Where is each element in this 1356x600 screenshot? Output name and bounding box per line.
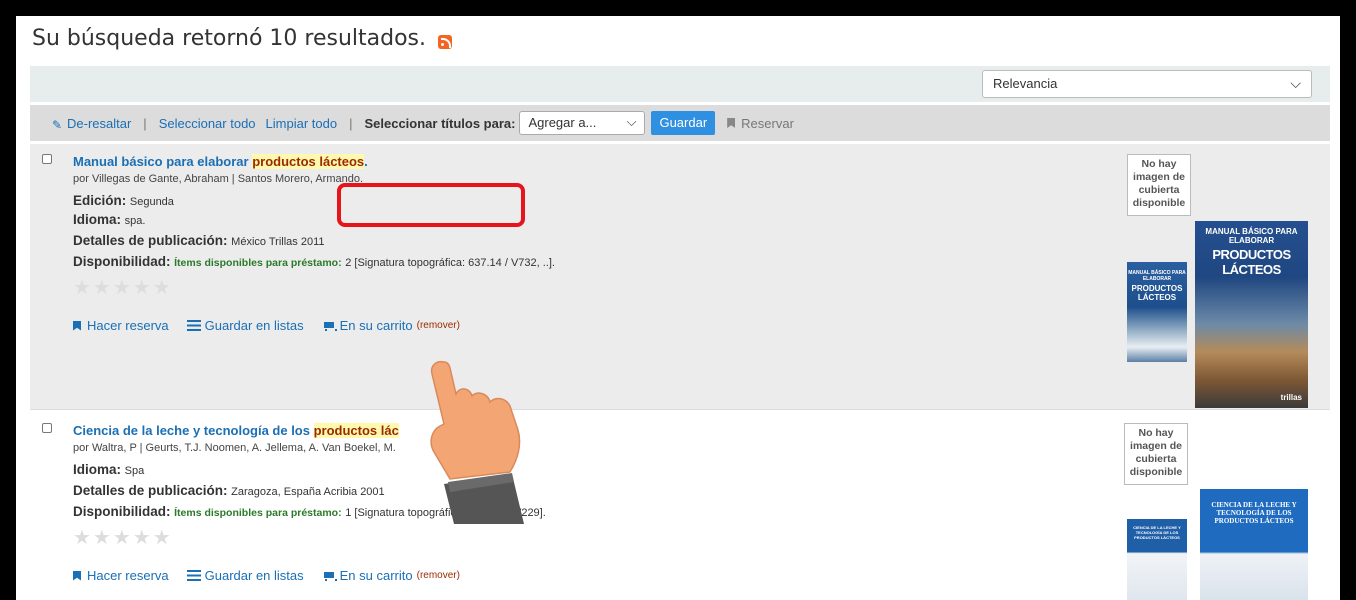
availability-label: Disponibilidad: [73,504,171,519]
in-cart-label: En su carrito [339,318,413,333]
in-cart-indicator: En su carrito (remover) [322,318,460,333]
availability-label: Disponibilidad: [73,254,171,269]
add-to-select[interactable]: Agregar a... ⌵ [519,111,646,135]
title-highlight: productos lácteos [252,154,365,169]
publication-label: Detalles de publicación: [73,483,228,498]
page-title: Su búsqueda retornó 10 resultados. [32,26,452,51]
cover-subtitle: MANUAL BÁSICO PARA ELABORAR [1128,270,1186,282]
results-count-heading: Su búsqueda retornó 10 resultados. [32,26,426,51]
list-icon [186,320,201,331]
bookmark-icon [73,570,81,581]
reserve-label: Reservar [741,115,794,131]
place-hold-label: Hacer reserva [87,568,169,583]
cover-image-small[interactable]: CIENCIA DE LA LECHE Y TECNOLOGÍA DE LOS … [1127,519,1187,600]
publication-field: Detalles de publicación: México Trillas … [73,233,555,248]
divider: | [349,115,353,131]
publication-value: Zaragoza, España Acribia 2001 [231,486,385,498]
save-to-lists-label: Guardar en listas [204,318,304,333]
cover-title: PRODUCTOS LÁCTEOS [1212,247,1291,277]
availability-status: Ítems disponibles para préstamo: [174,257,342,269]
language-label: Idioma: [73,212,122,227]
language-value: spa. [124,215,146,227]
cover-image-small[interactable]: MANUAL BÁSICO PARA ELABORAR PRODUCTOS LÁ… [1127,262,1187,362]
cover-title: CIENCIA DE LA LECHE Y TECNOLOGÍA DE LOS … [1211,501,1297,525]
unhighlight-label: De-resaltar [67,115,132,131]
availability-status: Ítems disponibles para préstamo: [174,507,342,519]
page-frame: Su búsqueda retornó 10 resultados. Relev… [16,16,1340,600]
record-title-link[interactable]: Manual básico para elaborar productos lá… [73,154,555,169]
availability-field: Disponibilidad: Ítems disponibles para p… [73,254,555,269]
add-to-selected: Agregar a... [528,115,597,130]
select-titles-label: Seleccionar títulos para: [364,115,516,131]
record-content: Manual básico para elaborar productos lá… [73,154,555,333]
save-to-lists-link[interactable]: Guardar en listas [186,568,304,583]
cover-publisher: trillas [1280,393,1302,402]
sort-select[interactable]: Relevancia ⌵ [982,70,1312,98]
list-icon [186,570,201,581]
pointing-hand-icon [430,360,524,524]
unhighlight-link[interactable]: ✎ De-resaltar [52,115,132,133]
language-label: Idioma: [73,462,122,477]
selection-toolbar: ✎ De-resaltar | Seleccionar todo Limpiar… [30,105,1330,141]
title-text: Manual básico para elaborar [73,154,253,169]
sort-selected-value: Relevancia [993,76,1058,91]
cart-icon [322,571,337,581]
place-hold-link[interactable]: Hacer reserva [73,568,169,583]
no-cover-placeholder: No hay imagen de cubierta disponible [1124,423,1188,485]
title-text: Ciencia de la leche y tecnología de los [73,423,314,438]
record-checkbox[interactable] [42,154,52,164]
cover-title: PRODUCTOS LÁCTEOS [1131,284,1183,302]
cart-highlight-box [337,183,525,227]
pencil-icon: ✎ [52,118,63,132]
record-actions: Hacer reserva Guardar en listas En su ca… [73,568,546,583]
place-hold-label: Hacer reserva [87,318,169,333]
title-highlight: productos lác [313,423,399,438]
rating-stars[interactable]: ★★★★★ [73,275,555,300]
in-cart-label: En su carrito [339,568,413,583]
edition-value: Segunda [129,196,174,208]
remove-from-cart-link[interactable]: (remover) [417,570,460,581]
result-record: Manual básico para elaborar productos lá… [30,144,1330,410]
save-to-lists-label: Guardar en listas [204,568,304,583]
record-checkbox[interactable] [42,423,52,433]
save-to-lists-link[interactable]: Guardar en listas [186,318,304,333]
no-cover-placeholder: No hay imagen de cubierta disponible [1127,154,1191,216]
edition-label: Edición: [73,193,127,208]
clear-all-link[interactable]: Limpiar todo [266,116,338,131]
publication-value: México Trillas 2011 [231,236,325,248]
bookmark-icon [73,320,81,331]
rating-stars[interactable]: ★★★★★ [73,525,546,550]
cover-title: CIENCIA DE LA LECHE Y TECNOLOGÍA DE LOS … [1133,525,1181,540]
cover-image-large[interactable]: CIENCIA DE LA LECHE Y TECNOLOGÍA DE LOS … [1200,489,1308,600]
remove-from-cart-link[interactable]: (remover) [417,320,460,331]
select-all-link[interactable]: Seleccionar todo [159,116,256,131]
bookmark-icon [727,118,736,128]
cover-subtitle: MANUAL BÁSICO PARA ELABORAR [1205,227,1298,245]
divider: | [143,115,147,131]
result-record: Ciencia de la leche y tecnología de los … [30,413,1330,600]
save-button[interactable]: Guardar [651,111,716,135]
cover-image-large[interactable]: MANUAL BÁSICO PARA ELABORAR PRODUCTOS LÁ… [1195,221,1308,408]
chevron-down-icon: ⌵ [1290,75,1301,91]
record-actions: Hacer reserva Guardar en listas En su ca… [73,318,555,333]
language-value: Spa [124,465,145,477]
availability-details: 2 [Signatura topográfica: 637.14 / V732,… [345,257,555,269]
reserve-link[interactable]: Reservar [727,116,794,131]
cart-icon [322,321,337,331]
add-to-cart-indicator: En su carrito (remover) [322,568,460,583]
chevron-down-icon: ⌵ [626,114,637,129]
title-text: . [364,154,368,169]
place-hold-link[interactable]: Hacer reserva [73,318,169,333]
rss-icon[interactable] [437,34,452,49]
sort-bar: Relevancia ⌵ [30,66,1330,102]
publication-label: Detalles de publicación: [73,233,228,248]
